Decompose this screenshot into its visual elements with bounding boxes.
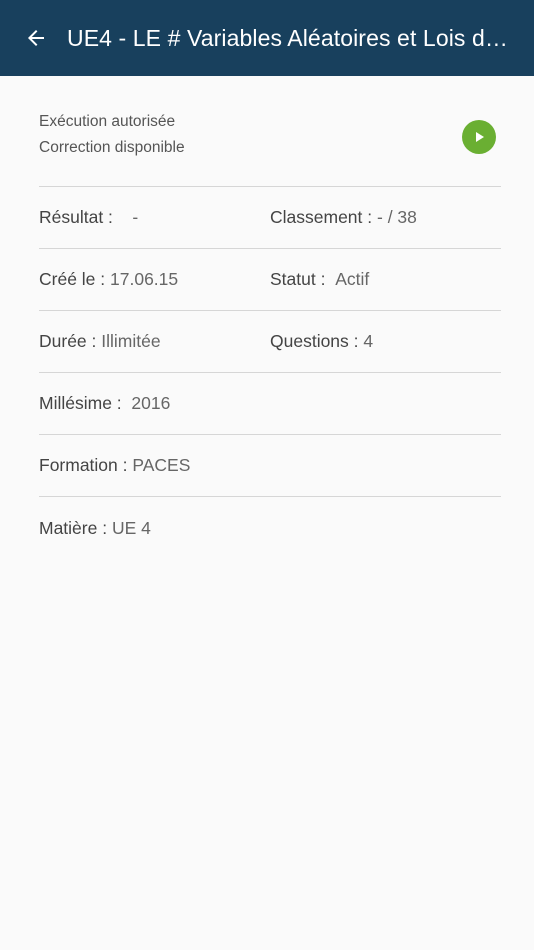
- detail-row-resultat: Résultat : - Classement : - / 38: [39, 187, 501, 249]
- classement-label: Classement :: [270, 207, 373, 227]
- matiere-value: UE 4: [111, 517, 151, 538]
- status-block: Exécution autorisée Correction disponibl…: [39, 76, 501, 187]
- detail-row-millesime: Millésime : 2016: [39, 373, 501, 435]
- play-icon: [476, 132, 484, 142]
- resultat-cell: Résultat : -: [39, 207, 270, 228]
- play-button[interactable]: [462, 120, 496, 154]
- detail-row-formation: Formation : PACES: [39, 435, 501, 497]
- millesime-cell: Millésime : 2016: [39, 393, 272, 414]
- matiere-cell: Matière : UE 4: [39, 518, 272, 539]
- arrow-left-icon: [28, 30, 44, 46]
- detail-row-duree: Durée : Illimitée Questions : 4: [39, 311, 501, 373]
- questions-cell: Questions : 4: [270, 331, 501, 352]
- formation-label: Formation :: [39, 455, 128, 475]
- duree-cell: Durée : Illimitée: [39, 331, 270, 352]
- millesime-label: Millésime :: [39, 393, 122, 413]
- app-bar: UE4 - LE # Variables Aléatoires et Lois …: [0, 0, 534, 76]
- cree-value: 17.06.15: [110, 269, 179, 289]
- questions-value: 4: [363, 331, 374, 351]
- detail-row-matiere: Matière : UE 4: [39, 497, 501, 559]
- duree-label: Durée :: [39, 331, 97, 351]
- statut-cell: Statut : Actif: [270, 269, 501, 290]
- cree-label: Créé le :: [39, 269, 106, 289]
- correction-status: Correction disponible: [39, 139, 185, 156]
- formation-cell: Formation : PACES: [39, 455, 272, 476]
- questions-label: Questions :: [270, 331, 359, 351]
- page-title: UE4 - LE # Variables Aléatoires et Lois …: [67, 24, 512, 51]
- formation-value: PACES: [132, 455, 191, 475]
- millesime-value: 2016: [131, 393, 171, 413]
- statut-value: Actif: [335, 269, 370, 289]
- cree-cell: Créé le : 17.06.15: [39, 269, 270, 290]
- resultat-value: -: [132, 207, 139, 227]
- back-button[interactable]: [22, 24, 50, 52]
- statut-label: Statut :: [270, 269, 326, 289]
- detail-row-cree: Créé le : 17.06.15 Statut : Actif: [39, 249, 501, 311]
- execution-status: Exécution autorisée: [39, 113, 176, 130]
- classement-value: - / 38: [377, 207, 417, 227]
- resultat-label: Résultat :: [39, 207, 113, 227]
- duree-value: Illimitée: [101, 331, 161, 351]
- matiere-label: Matière :: [39, 517, 108, 538]
- classement-cell: Classement : - / 38: [270, 207, 501, 228]
- quiz-details: Exécution autorisée Correction disponibl…: [39, 76, 501, 559]
